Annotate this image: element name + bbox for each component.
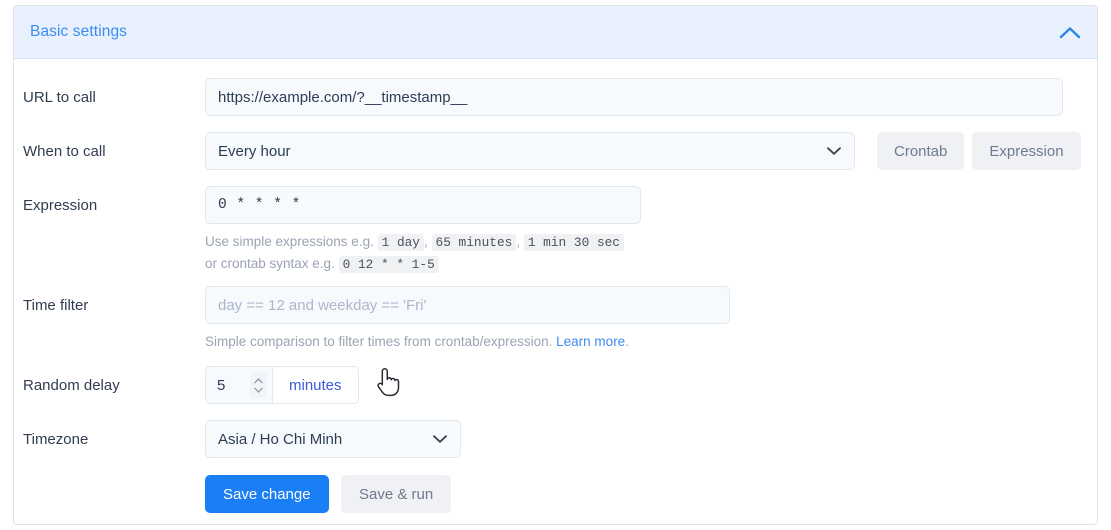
crontab-hint-prefix: or crontab syntax e.g.	[205, 256, 335, 271]
row-when-to-call: When to call Every hour Crontab Expressi…	[14, 132, 1097, 170]
hint-code-65-minutes: 65 minutes	[431, 234, 517, 251]
time-filter-placeholder: day == 12 and weekday == 'Fri'	[218, 296, 427, 314]
hint-code-1-day: 1 day	[377, 234, 424, 251]
crontab-button[interactable]: Crontab	[877, 132, 965, 170]
url-input[interactable]: https://example.com/?__timestamp__	[205, 78, 1063, 116]
label-timezone: Timezone	[23, 431, 89, 448]
timezone-value: Asia / Ho Chi Minh	[218, 430, 343, 448]
schedule-mode-buttons: Crontab Expression	[877, 132, 1081, 170]
time-filter-hint-text: Simple comparison to filter times from c…	[205, 334, 553, 349]
when-to-call-value: Every hour	[218, 142, 291, 160]
chevron-up-icon	[1059, 26, 1081, 38]
row-timezone: Timezone Asia / Ho Chi Minh	[14, 420, 1097, 458]
row-random-delay: Random delay 5 minutes	[14, 366, 1097, 404]
panel-header: Basic settings	[14, 6, 1097, 59]
expression-hint-prefix: Use simple expressions e.g.	[205, 234, 374, 249]
basic-settings-panel: Basic settings URL to call https://examp…	[13, 5, 1098, 525]
label-when-to-call: When to call	[23, 143, 106, 160]
hint-code-1-min-30-sec: 1 min 30 sec	[523, 234, 624, 251]
label-expression: Expression	[23, 197, 98, 214]
hint-code-crontab: 0 12 * * 1-5	[338, 256, 439, 273]
chevron-down-icon	[432, 431, 448, 448]
random-delay-input[interactable]: 5	[205, 366, 272, 404]
row-actions: Save change Save & run	[14, 475, 1097, 513]
page-title: Basic settings	[30, 23, 128, 40]
label-random-delay: Random delay	[23, 377, 120, 394]
when-to-call-select[interactable]: Every hour	[205, 132, 855, 170]
row-expression: Expression 0 * * * * Use simple expressi…	[14, 186, 1097, 275]
expression-hint: Use simple expressions e.g. 1 day, 65 mi…	[205, 231, 1097, 275]
label-url: URL to call	[23, 89, 96, 106]
label-time-filter: Time filter	[23, 297, 89, 314]
collapse-panel-button[interactable]	[1055, 17, 1085, 47]
random-delay-control: 5 minutes	[205, 366, 1097, 404]
chevron-down-icon	[826, 143, 842, 160]
row-url: URL to call https://example.com/?__times…	[14, 78, 1097, 116]
updown-arrows-icon[interactable]	[250, 372, 267, 398]
timezone-select[interactable]: Asia / Ho Chi Minh	[205, 420, 461, 458]
save-change-button[interactable]: Save change	[205, 475, 329, 513]
time-filter-hint: Simple comparison to filter times from c…	[205, 331, 1097, 352]
row-time-filter: Time filter day == 12 and weekday == 'Fr…	[14, 286, 1097, 352]
hint-period: .	[625, 334, 629, 349]
save-and-run-button[interactable]: Save & run	[341, 475, 452, 513]
url-input-value: https://example.com/?__timestamp__	[218, 88, 468, 106]
random-delay-value: 5	[217, 376, 226, 394]
learn-more-link[interactable]: Learn more	[556, 334, 625, 349]
expression-button[interactable]: Expression	[972, 132, 1081, 170]
time-filter-input[interactable]: day == 12 and weekday == 'Fri'	[205, 286, 730, 324]
expression-input-value: 0 * * * *	[218, 197, 301, 213]
random-delay-unit-button[interactable]: minutes	[272, 366, 359, 404]
expression-input[interactable]: 0 * * * *	[205, 186, 641, 224]
